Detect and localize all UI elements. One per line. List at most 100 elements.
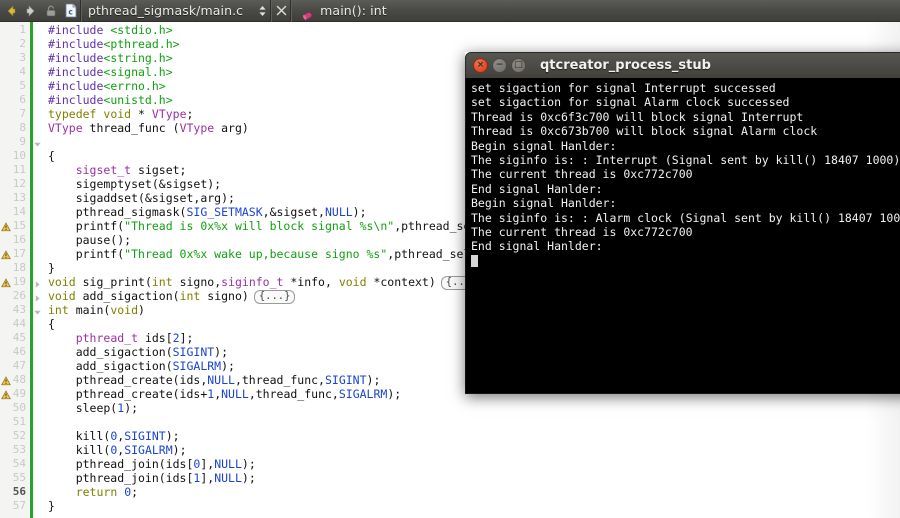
- code-line[interactable]: 55 pthread_join(ids[1],NULL);: [0, 471, 900, 485]
- forward-arrow-icon[interactable]: [22, 2, 40, 20]
- line-number: 9: [19, 135, 26, 148]
- line-number: 46: [12, 345, 26, 358]
- code-text: #include<pthread.h>: [48, 37, 180, 51]
- terminal-window[interactable]: × − □ qtcreator_process_stub set sigacti…: [465, 52, 900, 394]
- line-number: 6: [19, 93, 26, 106]
- code-line[interactable]: 53 kill(0,SIGALRM);: [0, 443, 900, 457]
- terminal-title-bar[interactable]: × − □ qtcreator_process_stub: [465, 52, 900, 78]
- fold-collapsed-icon[interactable]: [33, 292, 42, 302]
- code-text: #include<errno.h>: [48, 79, 166, 93]
- tab-main-c[interactable]: pthread_sigmask/main.c: [82, 0, 247, 22]
- code-text: return 0;: [75, 485, 139, 499]
- code-line[interactable]: 2 #include<pthread.h>: [0, 37, 900, 51]
- line-number: 19: [12, 275, 26, 288]
- up-down-chevron-icon[interactable]: [254, 0, 270, 22]
- collapsed-fold-placeholder[interactable]: {...}: [253, 290, 296, 304]
- line-number: 13: [12, 191, 26, 204]
- line-number: 54: [12, 457, 26, 470]
- terminal-line: Thread is 0xc6f3c700 will block signal I…: [471, 109, 804, 124]
- line-number: 16: [12, 233, 26, 246]
- terminal-line: Thread is 0xc673b700 will block signal A…: [471, 124, 818, 139]
- terminal-line: The current thread is 0xc772c700: [471, 225, 693, 240]
- line-number: 50: [12, 401, 26, 414]
- code-line[interactable]: 52 kill(0,SIGINT);: [0, 429, 900, 443]
- line-number: 52: [12, 429, 26, 442]
- line-number: 44: [12, 317, 26, 330]
- code-text: pause();: [48, 233, 132, 247]
- terminal-line: set sigaction for signal Interrupt succe…: [471, 81, 776, 95]
- terminal-line: Begin signal Hanlder:: [471, 138, 617, 153]
- close-x-icon[interactable]: [272, 0, 290, 22]
- code-text: printf("Thread 0x%x wake up,because sign…: [48, 247, 505, 261]
- terminal-line: End signal Hanlder:: [471, 239, 603, 254]
- fold-expanded-icon[interactable]: [33, 138, 42, 147]
- line-number: 5: [19, 79, 26, 92]
- code-text: }: [48, 499, 55, 513]
- code-text: typedef void * VType;: [48, 107, 194, 121]
- line-number: 57: [12, 499, 26, 512]
- code-text: #include<string.h>: [48, 51, 173, 65]
- line-number: 47: [12, 359, 26, 372]
- line-number: 53: [12, 443, 26, 456]
- window-close-button[interactable]: ×: [473, 58, 488, 73]
- code-text: add_sigaction(SIGALRM);: [48, 359, 235, 373]
- code-text: #include <stdio.h>: [48, 23, 173, 37]
- terminal-line: The current thread is 0xc772c700: [471, 167, 693, 182]
- line-number: 14: [12, 205, 26, 218]
- code-text: VType thread_func (VType arg): [48, 121, 249, 135]
- code-text: pthread_create(ids+1,NULL,thread_func,SI…: [48, 387, 402, 401]
- editor-tab-bar: c pthread_sigmask/main.c main(): int: [0, 0, 900, 22]
- code-text: kill(0,SIGALRM);: [48, 443, 187, 457]
- fold-collapsed-icon[interactable]: [33, 278, 42, 288]
- terminal-line: The siginfo is: : Interrupt (Signal sent…: [471, 153, 900, 168]
- terminal-output[interactable]: set sigaction for signal Interrupt succe…: [465, 78, 900, 394]
- line-number: 1: [19, 23, 26, 36]
- code-text: void sig_print(int signo,siginfo_t *info…: [48, 275, 483, 290]
- line-number: 2: [19, 37, 26, 50]
- code-text: add_sigaction(SIGINT);: [48, 345, 229, 359]
- line-number: 18: [12, 261, 26, 274]
- code-text: pthread_join(ids[1],NULL);: [48, 471, 256, 485]
- terminal-line: End signal Hanlder:: [471, 181, 603, 196]
- code-text: sleep(1);: [48, 401, 139, 415]
- window-minimize-button[interactable]: −: [492, 58, 507, 73]
- terminal-title: qtcreator_process_stub: [540, 58, 711, 73]
- svg-text:c: c: [68, 8, 72, 17]
- line-number: 55: [12, 471, 26, 484]
- code-text: kill(0,SIGINT);: [48, 429, 180, 443]
- code-text: pthread_sigmask(SIG_SETMASK,&sigset,NULL…: [48, 205, 367, 219]
- line-number: 17: [12, 247, 26, 260]
- back-arrow-icon[interactable]: [2, 2, 20, 20]
- code-text: sigaddset(&sigset,arg);: [48, 191, 235, 205]
- code-line[interactable]: 1 #include <stdio.h>: [0, 23, 900, 37]
- line-number: 43: [12, 303, 26, 316]
- code-line[interactable]: 57}: [0, 499, 900, 513]
- line-number: 11: [12, 163, 26, 176]
- code-text: {: [48, 149, 55, 163]
- line-number: 4: [19, 65, 26, 78]
- code-text: sigset_t sigset;: [75, 163, 187, 177]
- symbol-label: main(): int: [320, 3, 387, 18]
- code-text: sigemptyset(&sigset);: [48, 177, 222, 191]
- code-line[interactable]: 56 return 0;: [0, 485, 900, 499]
- fold-expanded-icon[interactable]: [33, 306, 42, 315]
- terminal-line: set sigaction for signal Alarm clock suc…: [471, 95, 790, 110]
- code-line[interactable]: 54 pthread_join(ids[0],NULL);: [0, 457, 900, 471]
- c-file-icon[interactable]: c: [62, 2, 80, 20]
- line-number: 49: [12, 387, 26, 400]
- terminal-cursor: [471, 254, 478, 267]
- line-number: 15: [12, 219, 26, 232]
- code-text: int main(void): [48, 303, 145, 317]
- lock-icon[interactable]: [42, 2, 60, 20]
- code-text: #include<signal.h>: [48, 65, 173, 79]
- terminal-line: The siginfo is: : Alarm clock (Signal se…: [471, 210, 900, 225]
- code-line[interactable]: 50 sleep(1);: [0, 401, 900, 415]
- line-number: 10: [12, 149, 26, 162]
- terminal-cursor-line: [471, 254, 900, 268]
- line-number: 7: [19, 107, 26, 120]
- code-text: pthread_t ids[2];: [75, 331, 194, 345]
- window-maximize-button[interactable]: □: [511, 58, 526, 73]
- code-line[interactable]: 51: [0, 415, 900, 429]
- line-number: 8: [19, 121, 26, 134]
- symbol-selector[interactable]: main(): int: [292, 0, 387, 22]
